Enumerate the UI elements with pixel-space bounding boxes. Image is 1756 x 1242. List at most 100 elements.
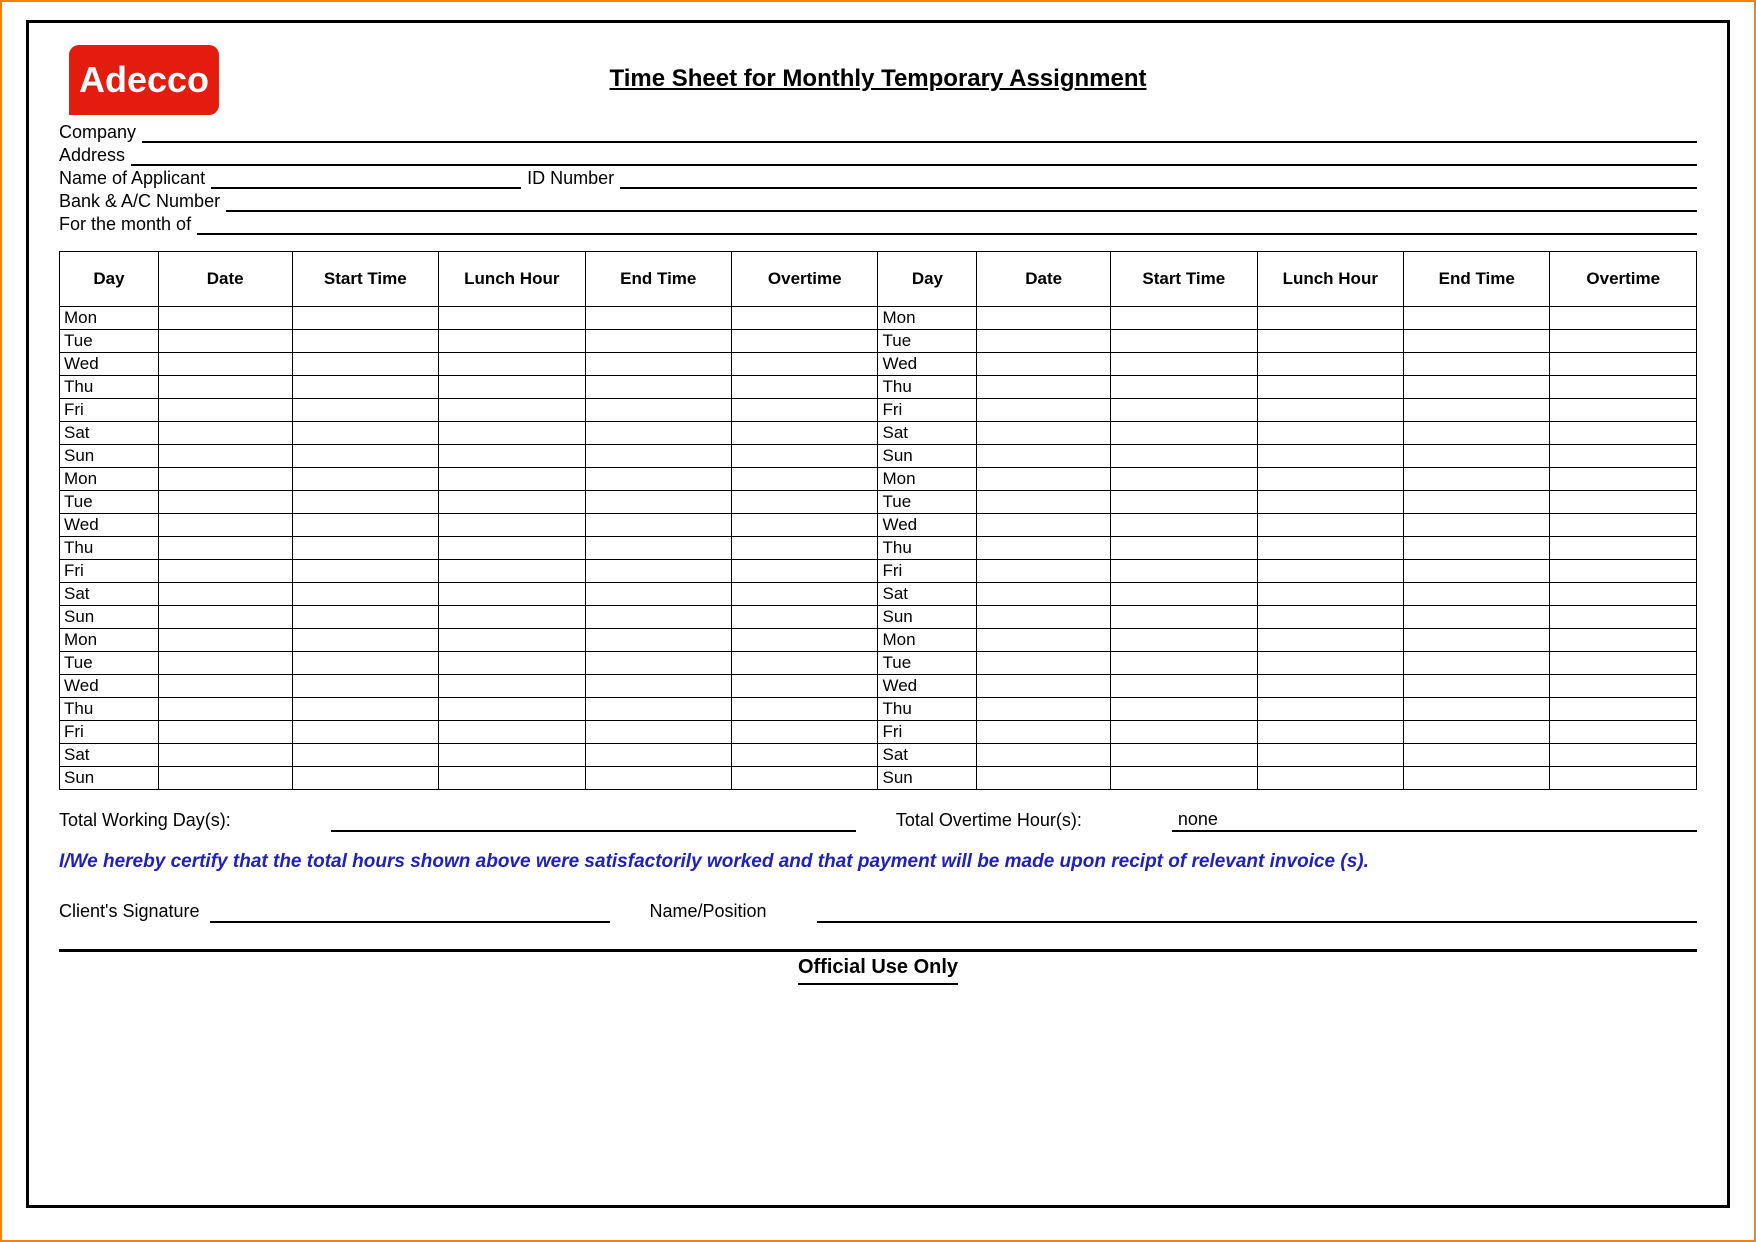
cell-input[interactable] bbox=[585, 583, 731, 606]
cell-input[interactable] bbox=[439, 767, 585, 790]
cell-input[interactable] bbox=[1404, 560, 1550, 583]
cell-input[interactable] bbox=[1404, 353, 1550, 376]
cell-input[interactable] bbox=[1111, 652, 1257, 675]
cell-input[interactable] bbox=[585, 698, 731, 721]
cell-input[interactable] bbox=[585, 767, 731, 790]
cell-input[interactable] bbox=[1111, 629, 1257, 652]
cell-input[interactable] bbox=[1550, 537, 1697, 560]
cell-input[interactable] bbox=[977, 422, 1111, 445]
cell-input[interactable] bbox=[1111, 583, 1257, 606]
cell-input[interactable] bbox=[1257, 376, 1403, 399]
cell-input[interactable] bbox=[439, 491, 585, 514]
cell-input[interactable] bbox=[292, 399, 438, 422]
cell-input[interactable] bbox=[585, 330, 731, 353]
input-name-position[interactable] bbox=[817, 901, 1697, 923]
cell-input[interactable] bbox=[732, 744, 878, 767]
cell-input[interactable] bbox=[732, 445, 878, 468]
cell-input[interactable] bbox=[292, 652, 438, 675]
cell-input[interactable] bbox=[977, 675, 1111, 698]
cell-input[interactable] bbox=[977, 744, 1111, 767]
cell-input[interactable] bbox=[1257, 652, 1403, 675]
cell-input[interactable] bbox=[292, 353, 438, 376]
cell-input[interactable] bbox=[158, 376, 292, 399]
cell-input[interactable] bbox=[1550, 629, 1697, 652]
cell-input[interactable] bbox=[977, 353, 1111, 376]
cell-input[interactable] bbox=[1111, 399, 1257, 422]
cell-input[interactable] bbox=[439, 698, 585, 721]
cell-input[interactable] bbox=[1257, 629, 1403, 652]
cell-input[interactable] bbox=[1111, 675, 1257, 698]
cell-input[interactable] bbox=[158, 399, 292, 422]
cell-input[interactable] bbox=[292, 767, 438, 790]
cell-input[interactable] bbox=[1257, 583, 1403, 606]
cell-input[interactable] bbox=[439, 537, 585, 560]
cell-input[interactable] bbox=[585, 422, 731, 445]
cell-input[interactable] bbox=[1550, 468, 1697, 491]
cell-input[interactable] bbox=[1257, 445, 1403, 468]
cell-input[interactable] bbox=[732, 560, 878, 583]
cell-input[interactable] bbox=[439, 721, 585, 744]
cell-input[interactable] bbox=[1111, 721, 1257, 744]
cell-input[interactable] bbox=[585, 652, 731, 675]
cell-input[interactable] bbox=[158, 445, 292, 468]
cell-input[interactable] bbox=[585, 560, 731, 583]
cell-input[interactable] bbox=[1404, 307, 1550, 330]
input-client-signature[interactable] bbox=[210, 901, 610, 923]
cell-input[interactable] bbox=[1257, 353, 1403, 376]
cell-input[interactable] bbox=[1257, 330, 1403, 353]
cell-input[interactable] bbox=[977, 491, 1111, 514]
cell-input[interactable] bbox=[732, 514, 878, 537]
cell-input[interactable] bbox=[439, 468, 585, 491]
cell-input[interactable] bbox=[1404, 583, 1550, 606]
cell-input[interactable] bbox=[1404, 675, 1550, 698]
cell-input[interactable] bbox=[1111, 307, 1257, 330]
cell-input[interactable] bbox=[585, 399, 731, 422]
cell-input[interactable] bbox=[977, 721, 1111, 744]
cell-input[interactable] bbox=[1111, 767, 1257, 790]
cell-input[interactable] bbox=[585, 514, 731, 537]
cell-input[interactable] bbox=[1404, 744, 1550, 767]
cell-input[interactable] bbox=[1550, 330, 1697, 353]
cell-input[interactable] bbox=[1257, 721, 1403, 744]
cell-input[interactable] bbox=[977, 330, 1111, 353]
input-address[interactable] bbox=[131, 146, 1697, 166]
cell-input[interactable] bbox=[1257, 468, 1403, 491]
cell-input[interactable] bbox=[292, 698, 438, 721]
cell-input[interactable] bbox=[158, 468, 292, 491]
cell-input[interactable] bbox=[977, 629, 1111, 652]
cell-input[interactable] bbox=[292, 629, 438, 652]
cell-input[interactable] bbox=[1111, 560, 1257, 583]
cell-input[interactable] bbox=[732, 721, 878, 744]
cell-input[interactable] bbox=[158, 491, 292, 514]
cell-input[interactable] bbox=[158, 514, 292, 537]
cell-input[interactable] bbox=[732, 330, 878, 353]
cell-input[interactable] bbox=[1404, 468, 1550, 491]
cell-input[interactable] bbox=[1111, 468, 1257, 491]
cell-input[interactable] bbox=[439, 652, 585, 675]
cell-input[interactable] bbox=[439, 376, 585, 399]
cell-input[interactable] bbox=[977, 537, 1111, 560]
cell-input[interactable] bbox=[439, 445, 585, 468]
cell-input[interactable] bbox=[158, 353, 292, 376]
cell-input[interactable] bbox=[1550, 744, 1697, 767]
cell-input[interactable] bbox=[732, 675, 878, 698]
cell-input[interactable] bbox=[585, 307, 731, 330]
cell-input[interactable] bbox=[977, 307, 1111, 330]
cell-input[interactable] bbox=[1111, 445, 1257, 468]
cell-input[interactable] bbox=[732, 422, 878, 445]
cell-input[interactable] bbox=[292, 606, 438, 629]
cell-input[interactable] bbox=[977, 399, 1111, 422]
cell-input[interactable] bbox=[1550, 307, 1697, 330]
cell-input[interactable] bbox=[1111, 353, 1257, 376]
cell-input[interactable] bbox=[732, 307, 878, 330]
cell-input[interactable] bbox=[158, 744, 292, 767]
cell-input[interactable] bbox=[1550, 721, 1697, 744]
input-total-working-days[interactable] bbox=[331, 810, 856, 832]
cell-input[interactable] bbox=[1404, 606, 1550, 629]
cell-input[interactable] bbox=[439, 675, 585, 698]
cell-input[interactable] bbox=[585, 675, 731, 698]
input-company[interactable] bbox=[142, 123, 1697, 143]
cell-input[interactable] bbox=[158, 307, 292, 330]
cell-input[interactable] bbox=[977, 376, 1111, 399]
cell-input[interactable] bbox=[1111, 606, 1257, 629]
